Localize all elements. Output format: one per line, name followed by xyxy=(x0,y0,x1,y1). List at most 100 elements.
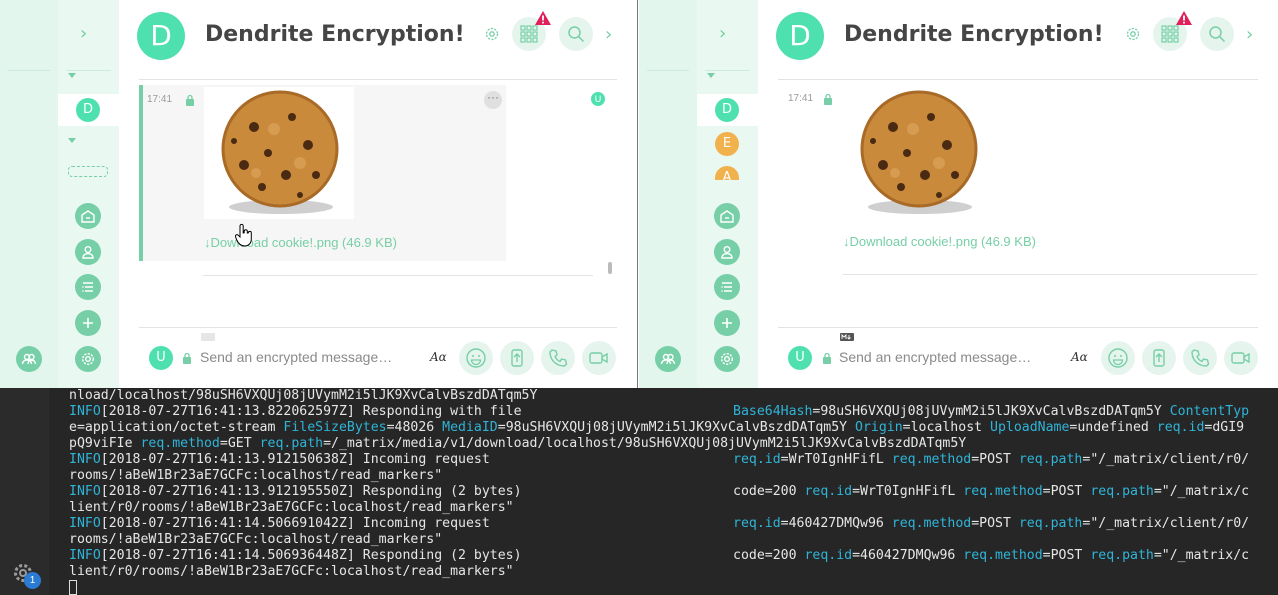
video-call-button[interactable] xyxy=(1224,341,1258,375)
terminal-line: INFO[2018-07-27T16:41:13.822062597Z] Res… xyxy=(69,404,1250,419)
desktop: › D D Dendrite Encryption! › 17:41 ↓Down… xyxy=(0,0,1278,595)
lock-icon xyxy=(186,94,194,106)
settings-button[interactable] xyxy=(714,346,740,372)
terminal-prompt[interactable] xyxy=(69,580,1259,595)
room-settings-icon[interactable] xyxy=(484,26,500,42)
groups-button[interactable] xyxy=(655,346,681,372)
read-receipt-avatar[interactable]: U xyxy=(591,92,605,106)
message-timestamp: 17:41 xyxy=(788,93,814,104)
people-button[interactable] xyxy=(714,239,740,265)
room-view: D Dendrite Encryption! › 17:41 ↓Download… xyxy=(758,0,1278,388)
warning-icon xyxy=(1176,11,1192,25)
divider xyxy=(778,79,1258,80)
left-panel xyxy=(639,0,697,388)
user-avatar[interactable]: U xyxy=(788,346,812,370)
user-avatar[interactable]: U xyxy=(149,346,173,370)
group-icon xyxy=(21,353,37,365)
room-list-item-selected[interactable]: D xyxy=(58,94,119,126)
divider xyxy=(843,274,1257,275)
terminal-cursor xyxy=(69,580,77,595)
terminal-output[interactable]: nload/localhost/98uSH6VXQUj08jUVymM2i5lJ… xyxy=(69,388,1259,595)
upload-icon xyxy=(511,349,523,367)
room-avatar[interactable]: D xyxy=(776,12,824,60)
markdown-icon[interactable] xyxy=(840,333,854,341)
home-button[interactable] xyxy=(714,203,740,229)
hand-cursor-icon xyxy=(235,223,252,247)
terminal-line: rooms/!aBeW1Br23aE7GCFc:localhost/read_m… xyxy=(69,532,443,547)
terminal-line: INFO[2018-07-27T16:41:14.506691042Z] Inc… xyxy=(69,516,1250,531)
message-composer-input[interactable] xyxy=(200,346,420,368)
message-composer-input[interactable] xyxy=(839,346,1061,368)
emoji-button[interactable] xyxy=(459,341,493,375)
divider xyxy=(139,327,617,328)
terminal-line: e=application/octet-stream FileSizeBytes… xyxy=(69,420,1245,435)
section-toggle-icon[interactable] xyxy=(707,73,715,78)
collapse-chevron-icon[interactable]: › xyxy=(80,24,87,44)
right-panel-chevron-icon[interactable]: › xyxy=(1246,24,1253,45)
download-link[interactable]: ↓Download cookie!.png (46.9 KB) xyxy=(204,235,397,250)
create-room-button[interactable] xyxy=(714,310,740,336)
section-toggle-icon[interactable] xyxy=(68,73,76,78)
room-directory-button[interactable] xyxy=(75,274,101,300)
people-button[interactable] xyxy=(75,239,101,265)
apps-grid-icon xyxy=(520,25,538,43)
room-list-icon xyxy=(721,282,732,292)
terminal-line: lient/r0/rooms/!aBeW1Br23aE7GCFc:localho… xyxy=(69,500,514,515)
drop-target xyxy=(68,166,108,177)
cookie-image[interactable] xyxy=(843,87,993,219)
riot-window-right: › D E A D Dendrite Encryption! › 17:41 ↓… xyxy=(639,0,1278,388)
terminal-line: lient/r0/rooms/!aBeW1Br23aE7GCFc:localho… xyxy=(69,564,514,579)
voice-call-button[interactable] xyxy=(1183,341,1217,375)
room-name[interactable]: Dendrite Encryption! xyxy=(205,22,465,47)
terminal-line: INFO[2018-07-27T16:41:13.912150638Z] Inc… xyxy=(69,452,1250,467)
terminal-window[interactable]: nload/localhost/98uSH6VXQUj08jUVymM2i5lJ… xyxy=(0,388,1278,595)
settings-button[interactable] xyxy=(75,346,101,372)
search-icon xyxy=(568,26,585,43)
section-toggle-icon[interactable] xyxy=(68,138,76,143)
room-view: D Dendrite Encryption! › 17:41 ↓Download… xyxy=(119,0,637,388)
voice-call-button[interactable] xyxy=(541,341,575,375)
room-name[interactable]: Dendrite Encryption! xyxy=(844,22,1104,47)
people-icon xyxy=(721,246,733,259)
lock-icon xyxy=(823,352,831,364)
markdown-icon[interactable] xyxy=(201,333,215,341)
room-list-panel: › D xyxy=(58,0,119,388)
plus-icon xyxy=(83,318,93,328)
room-avatar-small[interactable]: A xyxy=(715,166,739,180)
search-button[interactable] xyxy=(559,17,593,51)
terminal-line: nload/localhost/98uSH6VXQUj08jUVymM2i5lJ… xyxy=(69,388,538,403)
format-button[interactable]: Aα xyxy=(430,350,447,364)
room-list-item-selected[interactable]: D xyxy=(697,94,758,126)
right-panel-chevron-icon[interactable]: › xyxy=(605,24,612,45)
message-tile-hovered[interactable]: 17:41 ↓Download cookie!.png (46.9 KB) ··… xyxy=(139,85,506,261)
settings-icon xyxy=(81,352,95,366)
group-icon xyxy=(660,353,676,365)
video-icon xyxy=(1231,352,1250,364)
search-button[interactable] xyxy=(1200,17,1234,51)
video-call-button[interactable] xyxy=(582,341,616,375)
room-directory-button[interactable] xyxy=(714,274,740,300)
phone-icon xyxy=(549,349,568,367)
settings-icon xyxy=(720,352,734,366)
upload-button[interactable] xyxy=(500,341,534,375)
download-link[interactable]: ↓Download cookie!.png (46.9 KB) xyxy=(843,234,1036,249)
emoji-button[interactable] xyxy=(1101,341,1135,375)
message-options-button[interactable]: ··· xyxy=(484,91,502,109)
message-timestamp: 17:41 xyxy=(147,94,173,105)
home-button[interactable] xyxy=(75,203,101,229)
room-settings-icon[interactable] xyxy=(1125,26,1141,42)
collapse-chevron-icon[interactable]: › xyxy=(719,24,726,44)
emoji-icon xyxy=(1108,348,1128,368)
room-avatar[interactable]: D xyxy=(137,12,185,60)
create-room-button[interactable] xyxy=(75,310,101,336)
upload-button[interactable] xyxy=(1142,341,1176,375)
apps-grid-icon xyxy=(1161,25,1179,43)
terminal-line: INFO[2018-07-27T16:41:14.506936448Z] Res… xyxy=(69,548,1250,563)
room-avatar-small[interactable]: E xyxy=(715,132,739,156)
home-icon xyxy=(81,210,95,223)
scrollbar[interactable] xyxy=(608,262,612,274)
cookie-image[interactable] xyxy=(204,87,354,219)
format-button[interactable]: Aα xyxy=(1071,350,1088,364)
groups-button[interactable] xyxy=(16,346,42,372)
divider xyxy=(66,70,111,71)
